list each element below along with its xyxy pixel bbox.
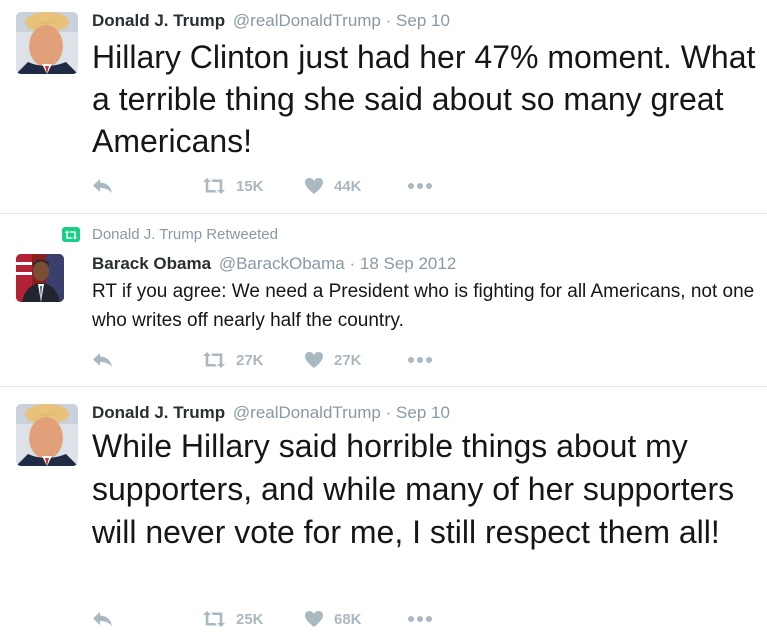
like-button[interactable]: 27K <box>304 349 362 371</box>
retweet-context-label[interactable]: Donald J. Trump Retweeted <box>92 226 278 243</box>
like-count: 44K <box>334 177 362 195</box>
like-button[interactable]: 68K <box>304 608 362 630</box>
retweet-count: 25K <box>236 610 264 628</box>
tweet-date[interactable]: Sep 10 <box>396 403 450 422</box>
more-button[interactable] <box>407 608 433 630</box>
like-count: 68K <box>334 610 362 628</box>
separator: · <box>385 11 392 30</box>
author-handle[interactable]: @realDonaldTrump <box>233 11 381 30</box>
more-button[interactable] <box>407 175 433 197</box>
tweet-date[interactable]: Sep 10 <box>396 11 450 30</box>
tweet-date[interactable]: 18 Sep 2012 <box>360 254 456 273</box>
tweet-header: Donald J. Trump @realDonaldTrump · Sep 1… <box>92 11 450 31</box>
retweet-button[interactable]: 15K <box>202 175 264 197</box>
reply-icon <box>93 612 112 626</box>
tweet-header: Donald J. Trump @realDonaldTrump · Sep 1… <box>92 403 450 423</box>
avatar[interactable] <box>16 404 78 466</box>
like-button[interactable]: 44K <box>304 175 362 197</box>
tweet-text: While Hillary said horrible things about… <box>92 428 735 550</box>
retweet-icon <box>203 178 225 194</box>
retweet-icon <box>203 352 225 368</box>
reply-icon <box>93 353 112 367</box>
reply-icon <box>93 179 112 193</box>
avatar[interactable] <box>16 12 78 74</box>
retweet-icon <box>203 611 225 627</box>
heart-icon <box>305 611 323 627</box>
tweet-actions: 15K 44K <box>92 175 452 197</box>
tweet-actions: 25K 68K <box>92 608 452 630</box>
heart-icon <box>305 178 323 194</box>
author-name[interactable]: Donald J. Trump <box>92 11 225 30</box>
tweet-card[interactable]: Donald J. Trump @realDonaldTrump · Sep 1… <box>0 0 767 214</box>
like-count: 27K <box>334 351 362 369</box>
reply-button[interactable] <box>92 608 114 630</box>
more-icon <box>408 183 432 189</box>
tweet-actions: 27K 27K <box>92 349 452 371</box>
retweet-button[interactable]: 27K <box>202 349 264 371</box>
separator: · <box>349 254 356 273</box>
more-button[interactable] <box>407 349 433 371</box>
reply-button[interactable] <box>92 349 114 371</box>
avatar[interactable] <box>16 254 64 302</box>
author-handle[interactable]: @realDonaldTrump <box>233 403 381 422</box>
reply-button[interactable] <box>92 175 114 197</box>
tweet-text: Hillary Clinton just had her 47% moment.… <box>92 39 756 159</box>
tweet-card[interactable]: Donald J. Trump @realDonaldTrump · Sep 1… <box>0 387 767 643</box>
retweet-badge-icon <box>62 227 80 242</box>
retweet-count: 15K <box>236 177 264 195</box>
tweet-text: RT if you agree: We need a President who… <box>92 281 755 331</box>
author-name[interactable]: Barack Obama <box>92 254 211 273</box>
heart-icon <box>305 352 323 368</box>
retweet-count: 27K <box>236 351 264 369</box>
retweet-context: Donald J. Trump Retweeted <box>62 226 278 243</box>
separator: · <box>385 403 392 422</box>
author-name[interactable]: Donald J. Trump <box>92 403 225 422</box>
author-handle[interactable]: @BarackObama <box>219 254 345 273</box>
more-icon <box>408 357 432 363</box>
retweet-button[interactable]: 25K <box>202 608 264 630</box>
tweet-header: Barack Obama @BarackObama · 18 Sep 2012 <box>92 254 456 274</box>
more-icon <box>408 616 432 622</box>
